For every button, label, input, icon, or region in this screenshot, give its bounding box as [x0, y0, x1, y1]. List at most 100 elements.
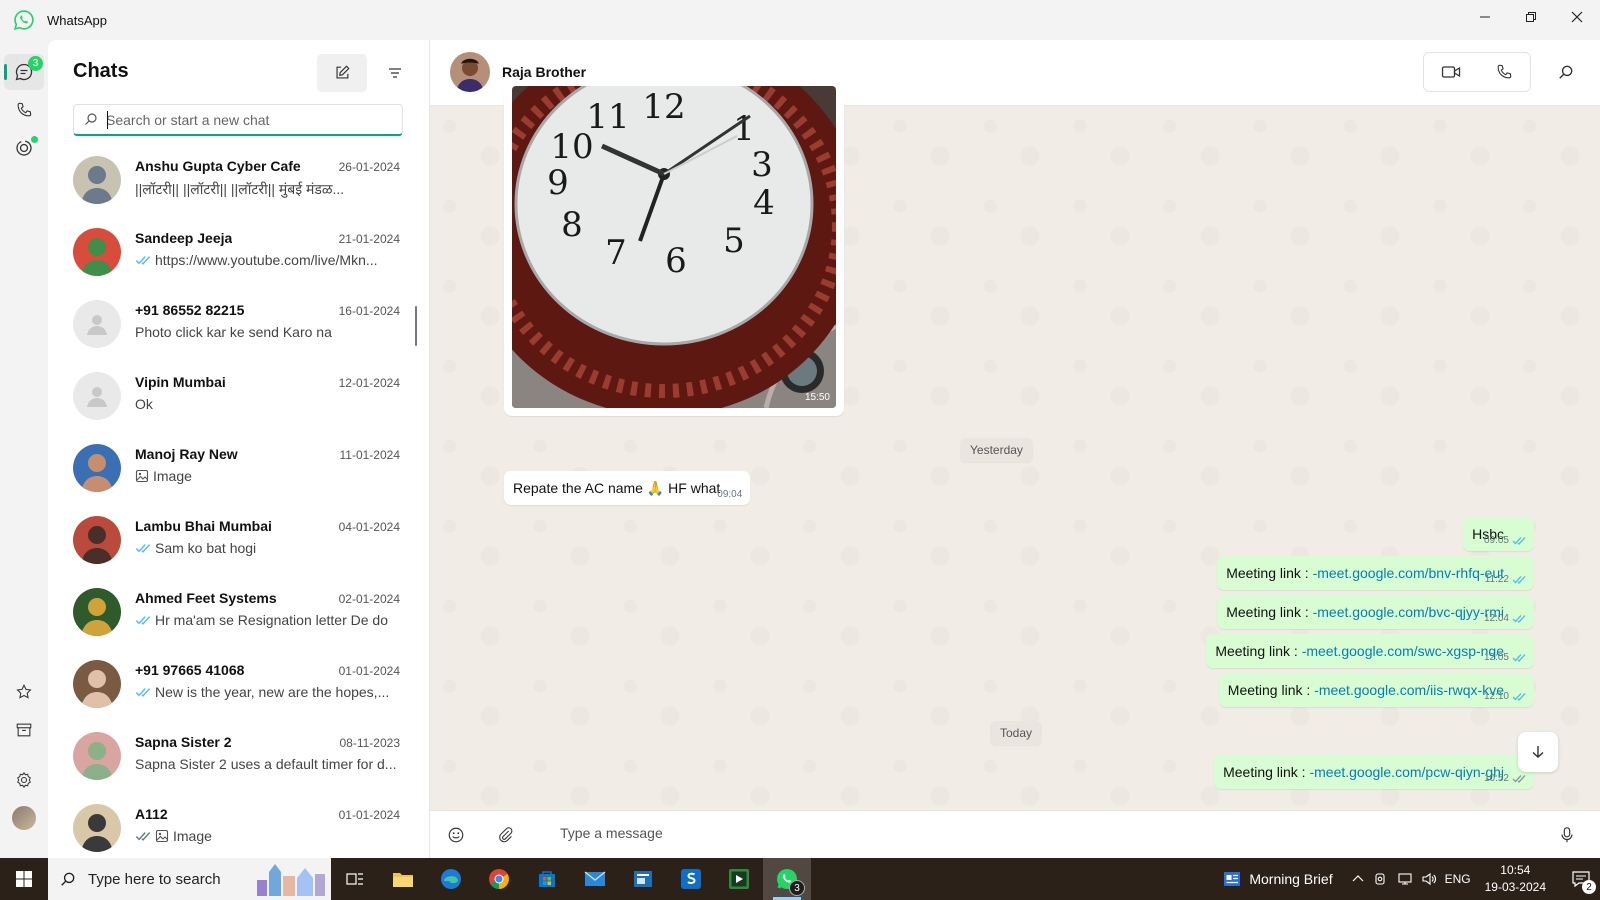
rail-chats-button[interactable]: 3: [4, 54, 44, 90]
volume-icon[interactable]: [1421, 871, 1437, 887]
chat-name: Lambu Bhai Mumbai: [135, 518, 272, 534]
video-call-button[interactable]: [1424, 53, 1477, 91]
microphone-icon: [1561, 827, 1573, 843]
chat-list-item[interactable]: Anshu Gupta Cyber Cafe 26-01-2024 ||लॉटरी|…: [48, 144, 424, 216]
svg-text:7: 7: [605, 233, 627, 273]
system-clock[interactable]: 10:54 19-03-2024: [1485, 862, 1546, 896]
rail-settings-button[interactable]: [4, 762, 44, 798]
news-widget[interactable]: Morning Brief: [1223, 871, 1333, 887]
language-indicator[interactable]: ENG: [1445, 872, 1471, 886]
rail-status-button[interactable]: [4, 130, 44, 166]
search-input[interactable]: [106, 105, 396, 135]
chat-preview-text: Hr ma'am se Resignation letter De do: [155, 612, 388, 628]
chat-list-item[interactable]: Ahmed Feet Systems 02-01-2024 Hr ma'am se …: [48, 576, 424, 648]
chat-preview: Ok: [135, 396, 400, 412]
date-separator-today: Today: [990, 721, 1043, 745]
meeting-link[interactable]: -meet.google.com/iis-rwqx-kve: [1314, 682, 1504, 698]
rail-calls-button[interactable]: [4, 92, 44, 128]
edge-button[interactable]: [427, 858, 475, 900]
read-ticks-icon: [1512, 537, 1526, 545]
voice-call-button[interactable]: [1477, 53, 1530, 91]
message-incoming[interactable]: Repate the AC name 🙏 HF what 09:04: [504, 471, 751, 505]
message-outgoing[interactable]: Hsbc 09:05: [1463, 517, 1534, 551]
chat-date: 11-01-2024: [339, 448, 401, 462]
message-outgoing-link[interactable]: Meeting link : -meet.google.com/swc-xgsp…: [1206, 634, 1534, 668]
rail-profile-button[interactable]: [4, 800, 44, 836]
call-buttons: [1423, 52, 1531, 92]
chevron-up-icon[interactable]: [1351, 872, 1365, 886]
message-outgoing-link[interactable]: Meeting link : -meet.google.com/pcw-qiyn…: [1214, 755, 1534, 789]
taskbar-search-placeholder: Type here to search: [88, 870, 221, 888]
starred-icon: [16, 683, 32, 699]
chat-date: 02-01-2024: [338, 592, 400, 606]
contact-name[interactable]: Raja Brother: [502, 64, 586, 80]
whatsapp-taskbar-button[interactable]: 3: [763, 858, 811, 900]
read-ticks-icon: [1512, 654, 1526, 662]
chat-list-item[interactable]: Vipin Mumbai 12-01-2024 Ok: [48, 360, 424, 432]
emoji-icon: [448, 827, 464, 843]
network-icon[interactable]: [1397, 871, 1413, 887]
clock-photo[interactable]: 12 1 11 10 9 8 7 6 5 4 3: [512, 86, 836, 408]
chat-preview-text: Image: [153, 468, 192, 484]
message-input[interactable]: Type a message: [560, 825, 663, 841]
chat-date: 08-11-2023: [339, 736, 401, 750]
start-button[interactable]: [0, 858, 48, 900]
chrome-button[interactable]: [475, 858, 523, 900]
meeting-link[interactable]: -meet.google.com/swc-xgsp-nqe: [1302, 643, 1504, 659]
meet-now-icon[interactable]: [1373, 871, 1389, 887]
rail-starred-button[interactable]: [4, 674, 44, 710]
rail-archive-button[interactable]: [4, 712, 44, 748]
news-icon: [1224, 872, 1241, 886]
paperclip-icon: [499, 827, 513, 843]
chat-preview-text: Image: [173, 828, 212, 844]
chat-preview: Photo click kar ke send Karo na: [135, 324, 400, 340]
meeting-link[interactable]: -meet.google.com/bnv-rhfq-eut: [1313, 565, 1504, 581]
chat-name: Ahmed Feet Systems: [135, 590, 277, 606]
chat-avatar: [73, 804, 121, 852]
message-time: 10:52: [1483, 773, 1509, 784]
store-button[interactable]: [523, 858, 571, 900]
taskbar-search-box[interactable]: Type here to search: [48, 858, 331, 900]
chat-list-item[interactable]: A112 01-01-2024 Image: [48, 792, 424, 858]
message-outgoing-link[interactable]: Meeting link : -meet.google.com/bvc-qjyy…: [1217, 595, 1534, 629]
new-chat-button[interactable]: [317, 54, 367, 92]
voice-message-button[interactable]: [1551, 819, 1583, 851]
file-explorer-button[interactable]: [379, 858, 427, 900]
chat-list-item[interactable]: +91 97665 41068 01-01-2024 New is the year…: [48, 648, 424, 720]
contact-avatar[interactable]: [450, 52, 490, 92]
search-in-chat-button[interactable]: [1546, 52, 1586, 92]
filter-button[interactable]: [375, 54, 415, 92]
message-time-meta: 10:52: [1484, 773, 1526, 784]
message-prefix: Meeting link :: [1226, 604, 1313, 620]
chat-list-item[interactable]: Manoj Ray New 11-01-2024 Image: [48, 432, 424, 504]
scroll-to-bottom-button[interactable]: [1518, 732, 1558, 772]
close-button[interactable]: [1554, 0, 1600, 34]
store-icon: [539, 871, 555, 887]
message-outgoing-link[interactable]: Meeting link : -meet.google.com/iis-rwqx…: [1218, 673, 1534, 707]
mail-button[interactable]: [571, 858, 619, 900]
app-button[interactable]: [619, 858, 667, 900]
status-new-dot: [31, 136, 38, 143]
profile-avatar: [12, 806, 36, 830]
meeting-link[interactable]: -meet.google.com/pcw-qiyn-ghj: [1309, 764, 1504, 780]
emoji-button[interactable]: [440, 819, 472, 851]
chat-list-item[interactable]: Sandeep Jeeja 21-01-2024 https://www.youtu…: [48, 216, 424, 288]
chat-list-item[interactable]: Lambu Bhai Mumbai 04-01-2024 Sam ko bat ho…: [48, 504, 424, 576]
media-player-button[interactable]: [715, 858, 763, 900]
read-ticks-icon: [135, 544, 151, 553]
skype-button[interactable]: [667, 858, 715, 900]
restore-button[interactable]: [1508, 0, 1554, 34]
image-message[interactable]: 12 1 11 10 9 8 7 6 5 4 3 15:50: [504, 86, 844, 416]
meeting-link[interactable]: -meet.google.com/bvc-qjyy-rmi: [1313, 604, 1504, 620]
attach-button[interactable]: [490, 819, 522, 851]
task-view-button[interactable]: [331, 858, 379, 900]
notification-center-button[interactable]: 2: [1562, 858, 1600, 900]
message-outgoing-link[interactable]: Meeting link : -meet.google.com/bnv-rhfq…: [1217, 556, 1534, 590]
chat-list-item[interactable]: +91 86552 82215 16-01-2024 Photo click kar…: [48, 288, 424, 360]
chat-list-scrollbar[interactable]: [415, 306, 417, 346]
chat-preview-text: Photo click kar ke send Karo na: [135, 324, 332, 340]
chat-avatar: [73, 660, 121, 708]
minimize-button[interactable]: [1462, 0, 1508, 34]
chat-list-item[interactable]: Sapna Sister 2 08-11-2023 Sapna Sister 2 u…: [48, 720, 424, 792]
task-view-icon: [346, 873, 363, 885]
